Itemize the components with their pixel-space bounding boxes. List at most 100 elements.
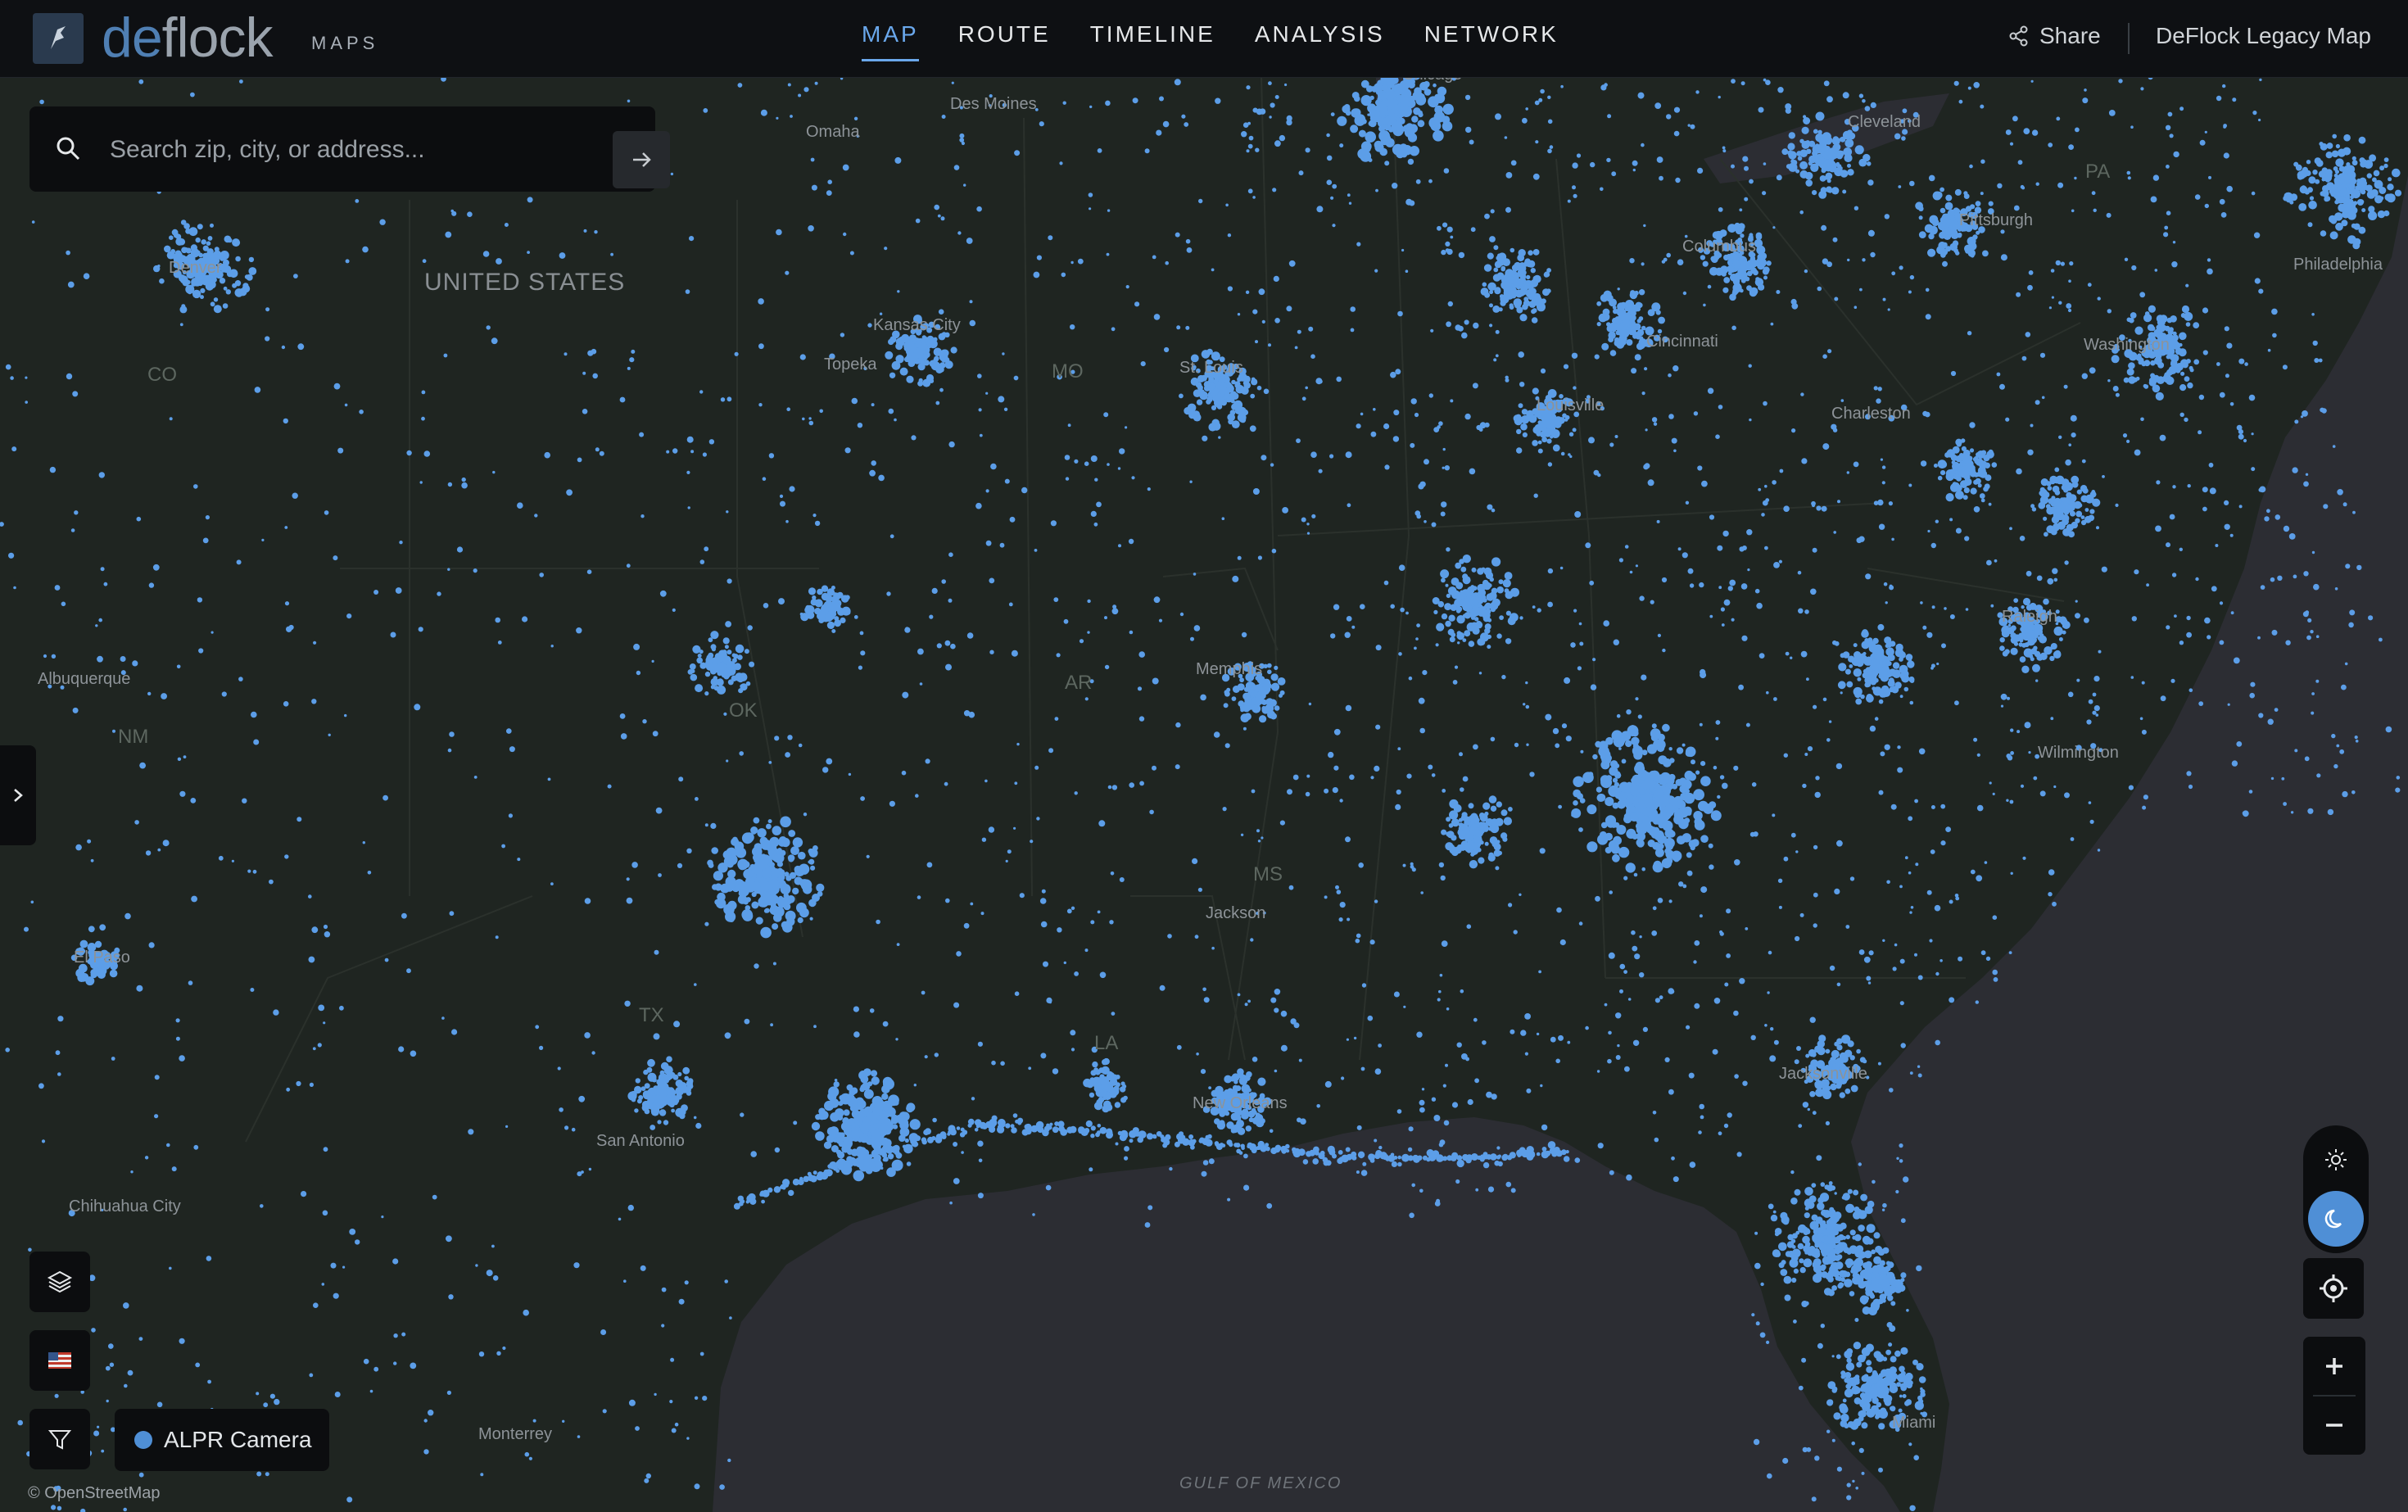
camera-dot — [1442, 447, 1446, 451]
camera-dot — [1763, 269, 1768, 274]
camera-dot — [920, 360, 926, 366]
camera-dot — [2122, 433, 2128, 438]
camera-dot — [1469, 468, 1476, 475]
camera-dot — [1949, 224, 1955, 230]
camera-dot — [30, 900, 34, 904]
camera-dot — [2358, 199, 2365, 205]
camera-dot — [673, 1021, 681, 1028]
camera-dot — [181, 304, 186, 309]
camera-dot — [1913, 1455, 1919, 1460]
camera-dot — [1597, 473, 1601, 478]
camera-dot — [1523, 279, 1533, 289]
camera-dot — [219, 278, 226, 284]
camera-dot — [1992, 969, 1998, 976]
camera-dot — [2335, 143, 2340, 149]
tab-analysis[interactable]: ANALYSIS — [1255, 18, 1385, 59]
camera-dot — [1659, 995, 1663, 1000]
logo-wordmark[interactable]: deflock — [102, 5, 273, 70]
camera-dot — [198, 648, 204, 654]
camera-dot — [573, 1262, 580, 1269]
camera-dot — [1089, 1167, 1093, 1172]
camera-dot — [190, 92, 195, 97]
camera-dot — [2195, 577, 2199, 582]
camera-dot — [1337, 115, 1347, 126]
camera-dot — [1910, 906, 1914, 909]
camera-dot — [210, 223, 214, 228]
camera-dot — [1401, 151, 1408, 158]
camera-dot — [1211, 946, 1215, 950]
camera-dot — [1445, 583, 1449, 587]
camera-dot — [1450, 399, 1454, 403]
map-canvas[interactable]: UNITED STATES GULF OF MEXICO CO NM MO OK… — [0, 52, 2408, 1512]
camera-dot — [534, 514, 538, 518]
camera-dot — [1297, 329, 1301, 334]
camera-dot — [2244, 362, 2248, 366]
camera-dot — [486, 325, 491, 330]
camera-dot — [1629, 570, 1633, 574]
camera-dot — [1499, 615, 1504, 620]
camera-dot — [1360, 1066, 1365, 1071]
camera-dot — [1332, 787, 1338, 794]
camera-dot — [2258, 487, 2263, 492]
tab-network[interactable]: NETWORK — [1424, 18, 1559, 59]
camera-dot — [2211, 586, 2217, 592]
camera-dot — [587, 350, 594, 356]
camera-dot — [51, 654, 57, 659]
camera-dot — [1865, 573, 1872, 580]
camera-dot — [1532, 173, 1540, 180]
camera-dot — [985, 540, 992, 546]
camera-dot — [333, 1292, 339, 1299]
camera-dot — [1718, 405, 1723, 410]
tab-route[interactable]: ROUTE — [958, 18, 1051, 59]
camera-dot — [88, 926, 95, 933]
tab-timeline[interactable]: TIMELINE — [1090, 18, 1215, 59]
camera-dot — [1758, 106, 1764, 113]
camera-dot — [478, 1351, 485, 1357]
camera-dot — [1451, 1102, 1459, 1108]
camera-dot — [1738, 684, 1745, 690]
camera-dot — [1813, 704, 1817, 709]
camera-dot — [2064, 792, 2070, 799]
camera-dot — [1644, 367, 1648, 371]
legacy-map-link[interactable]: DeFlock Legacy Map — [2156, 23, 2371, 49]
camera-dot — [1801, 126, 1809, 134]
camera-dot — [428, 1410, 434, 1416]
camera-dot — [395, 587, 402, 594]
camera-dot — [1483, 264, 1492, 272]
camera-dot — [727, 1458, 731, 1463]
camera-dot — [1458, 251, 1465, 259]
camera-dot — [2041, 396, 2045, 400]
camera-dot — [1308, 702, 1312, 706]
camera-dot — [1383, 423, 1390, 430]
camera-dot — [1089, 207, 1092, 211]
camera-dot — [1836, 982, 1841, 987]
camera-dot — [1184, 407, 1192, 415]
camera-dot — [2084, 508, 2089, 512]
share-button[interactable]: Share — [2008, 23, 2101, 49]
camera-dot — [2010, 871, 2013, 875]
camera-dot — [2204, 617, 2211, 624]
camera-dot — [977, 373, 982, 378]
camera-dot — [1697, 465, 1703, 471]
camera-dot — [2334, 212, 2343, 221]
logo-icon[interactable] — [33, 13, 84, 64]
camera-dot — [1532, 440, 1538, 446]
camera-dot — [2148, 305, 2156, 313]
camera-dot — [1310, 354, 1315, 360]
camera-dot — [1215, 97, 1221, 104]
camera-dot — [1810, 588, 1817, 595]
camera-dot — [1318, 469, 1323, 473]
camera-dot — [1441, 249, 1446, 256]
camera-dot — [1767, 991, 1770, 994]
camera-dot — [1292, 774, 1299, 781]
camera-dot — [2304, 189, 2310, 195]
camera-dot — [1402, 863, 1406, 867]
camera-dot — [1926, 632, 1933, 638]
camera-dot — [1872, 1179, 1876, 1184]
camera-dot — [1356, 933, 1361, 939]
tab-map[interactable]: MAP — [862, 18, 919, 61]
camera-dot — [1899, 1394, 1903, 1398]
camera-dot — [1813, 844, 1818, 850]
camera-dot — [1290, 1018, 1297, 1025]
camera-dot — [1482, 1040, 1487, 1045]
